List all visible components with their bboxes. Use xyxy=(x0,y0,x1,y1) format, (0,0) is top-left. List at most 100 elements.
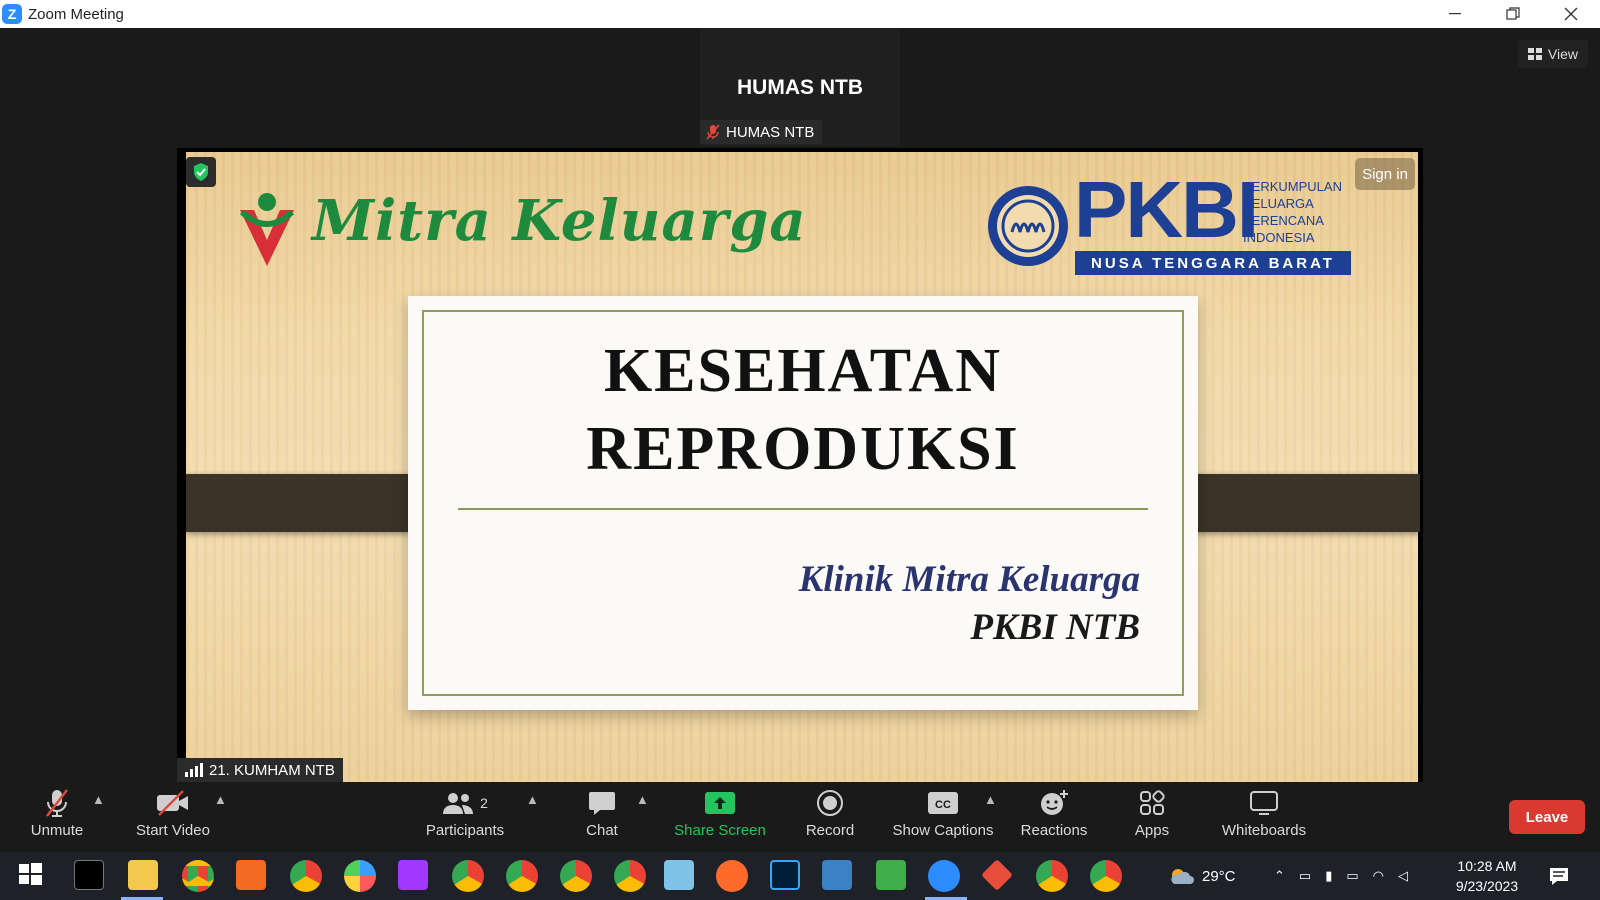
participants-button[interactable]: 2 Participants xyxy=(420,786,510,848)
participants-options-chevron-icon[interactable]: ▲ xyxy=(526,792,539,807)
svg-text:CC: CC xyxy=(935,799,951,811)
sign-in-button[interactable]: Sign in xyxy=(1355,158,1415,190)
weather-cloud-sun-icon xyxy=(1171,869,1194,884)
zoom-taskbar-icon[interactable] xyxy=(928,860,960,892)
window-controls xyxy=(1426,0,1600,28)
reactions-icon xyxy=(1041,790,1068,815)
slide-subtitle-line2: PKBI NTB xyxy=(970,607,1140,648)
participants-icon xyxy=(443,793,474,814)
mitra-keluarga-logo-icon xyxy=(232,188,302,273)
captions-options-chevron-icon[interactable]: ▲ xyxy=(984,792,997,807)
windows-start-icon[interactable] xyxy=(16,860,46,890)
show-captions-button[interactable]: CC Show Captions xyxy=(888,786,998,848)
slide-title-line1: KESEHATAN xyxy=(603,337,1003,405)
chrome-profile-icon[interactable] xyxy=(506,860,538,892)
leave-button[interactable]: Leave xyxy=(1509,800,1585,834)
slide-subtitle-line1: Klinik Mitra Keluarga xyxy=(798,559,1140,600)
restore-button[interactable] xyxy=(1484,0,1542,28)
zoom-app-icon: Z xyxy=(2,4,22,24)
chat-button[interactable]: Chat xyxy=(572,786,632,848)
notes-app-icon[interactable] xyxy=(664,860,694,890)
photoshop-icon[interactable] xyxy=(770,860,800,890)
volume-icon[interactable]: ◁ xyxy=(1398,868,1408,884)
view-button[interactable]: View xyxy=(1517,40,1588,68)
chrome-profile-icon[interactable] xyxy=(560,860,592,892)
record-button[interactable]: Record xyxy=(800,786,860,848)
chrome-profile-icon[interactable] xyxy=(1090,860,1122,892)
chrome-profile-icon[interactable] xyxy=(614,860,646,892)
microphone-icon[interactable]: ▮ xyxy=(1325,868,1332,884)
decorative-bar-left xyxy=(186,474,436,532)
share-screen-button[interactable]: Share Screen xyxy=(672,786,768,848)
chrome-profile-icon[interactable] xyxy=(452,860,484,892)
photos-app-icon[interactable] xyxy=(344,860,376,892)
speaker-label-text: HUMAS NTB xyxy=(726,123,815,141)
mic-muted-icon xyxy=(46,789,68,817)
signal-strength-icon xyxy=(185,763,203,777)
whiteboards-button[interactable]: Whiteboards xyxy=(1214,786,1314,848)
meet-now-icon[interactable]: ▭ xyxy=(1299,868,1311,884)
git-icon[interactable] xyxy=(981,859,1013,891)
chrome-icon[interactable] xyxy=(182,860,214,892)
apps-button[interactable]: Apps xyxy=(1124,786,1180,848)
taskbar-clock[interactable]: 10:28 AM 9/23/2023 xyxy=(1442,856,1532,896)
audio-options-chevron-icon[interactable]: ▲ xyxy=(92,792,105,807)
file-explorer-icon[interactable] xyxy=(128,860,158,890)
terminal-icon[interactable] xyxy=(74,860,104,890)
start-video-button[interactable]: Start Video xyxy=(128,786,218,848)
active-speaker-name: HUMAS NTB xyxy=(737,76,863,99)
app-icon[interactable] xyxy=(876,860,906,890)
chrome-profile-icon[interactable] xyxy=(290,860,322,892)
record-icon xyxy=(817,790,843,816)
weather-temp: 29°C xyxy=(1202,867,1236,885)
share-screen-icon xyxy=(705,792,735,814)
phpstorm-icon[interactable] xyxy=(398,860,428,890)
chat-options-chevron-icon[interactable]: ▲ xyxy=(636,792,649,807)
video-off-icon xyxy=(157,790,188,816)
close-icon xyxy=(1564,7,1578,21)
speaker-name-label: HUMAS NTB xyxy=(700,120,823,144)
presenter-name: 21. KUMHAM NTB xyxy=(209,761,335,779)
apps-icon xyxy=(1140,790,1165,815)
meeting-toolbar: Unmute ▲ Start Video ▲ 2 Participants ▲ … xyxy=(0,782,1600,852)
unmute-button[interactable]: Unmute xyxy=(22,786,92,848)
window-titlebar: Z Zoom Meeting xyxy=(0,0,1600,28)
clock-time: 10:28 AM xyxy=(1457,858,1517,874)
decorative-bar-right xyxy=(1170,474,1420,532)
chrome-profile-icon[interactable] xyxy=(1036,860,1068,892)
clock-date: 9/23/2023 xyxy=(1455,878,1519,894)
whiteboard-icon xyxy=(1250,791,1278,815)
pkbi-emblem-icon xyxy=(986,180,1070,277)
weather-widget[interactable]: 29°C xyxy=(1168,852,1236,900)
battery-icon[interactable]: ▭ xyxy=(1346,868,1358,884)
reactions-button[interactable]: Reactions xyxy=(1016,786,1092,848)
remote-desktop-icon[interactable] xyxy=(822,860,852,890)
security-shield-icon[interactable] xyxy=(186,157,216,187)
xampp-icon[interactable] xyxy=(236,860,266,890)
close-button[interactable] xyxy=(1542,0,1600,28)
tray-chevron-up-icon[interactable]: ⌃ xyxy=(1274,868,1285,884)
pkbi-region-band: NUSA TENGGARA BARAT xyxy=(1075,251,1351,275)
card-divider xyxy=(458,508,1148,510)
presenter-name-tag: 21. KUMHAM NTB xyxy=(177,758,343,782)
captions-icon: CC xyxy=(928,792,958,814)
view-label: View xyxy=(1547,46,1578,62)
mitra-keluarga-wordmark: Mitra Keluarga xyxy=(312,188,807,254)
video-options-chevron-icon[interactable]: ▲ xyxy=(214,792,227,807)
restore-icon xyxy=(1506,7,1520,20)
grid-view-icon xyxy=(1527,48,1542,60)
mic-muted-icon xyxy=(706,124,720,140)
pkbi-wordmark: PKBI xyxy=(1074,165,1259,254)
notifications-icon[interactable] xyxy=(1548,852,1570,900)
window-title: Zoom Meeting xyxy=(28,5,124,23)
minimize-button[interactable] xyxy=(1426,0,1484,28)
slide-title-line2: REPRODUKSI xyxy=(586,415,1020,483)
slide-title-card: KESEHATAN REPRODUKSI Klinik Mitra Keluar… xyxy=(408,296,1198,710)
system-tray: ⌃ ▭ ▮ ▭ ◠ ◁ xyxy=(1274,852,1408,900)
participants-count: 2 xyxy=(480,795,488,811)
windows-taskbar: 29°C ⌃ ▭ ▮ ▭ ◠ ◁ 10:28 AM 9/23/2023 xyxy=(0,852,1600,900)
pkbi-subtitle: PERKUMPULAN KELUARGA BERENCANA INDONESIA xyxy=(1243,179,1342,245)
wifi-icon[interactable]: ◠ xyxy=(1373,868,1384,884)
chat-icon xyxy=(589,792,615,815)
postman-icon[interactable] xyxy=(716,860,748,892)
